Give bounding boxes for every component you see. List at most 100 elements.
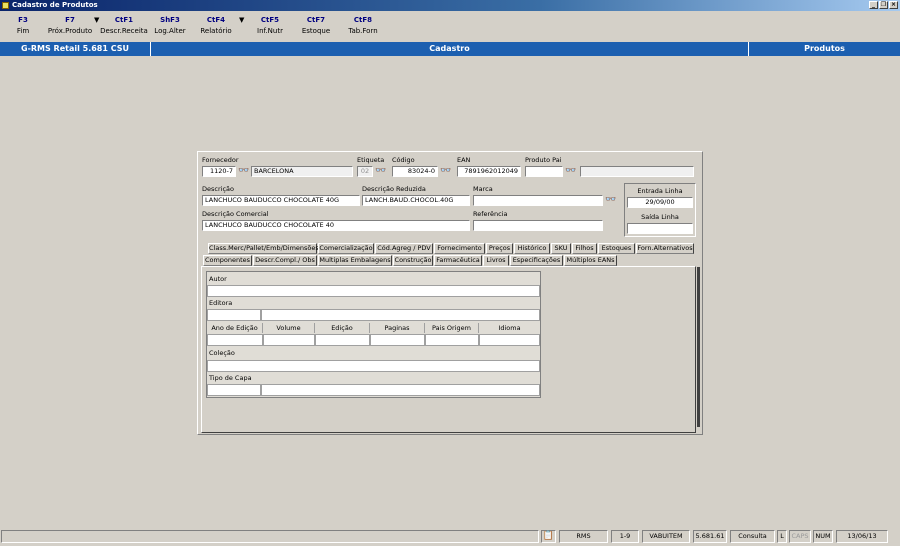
binoculars-icon[interactable]: 👓 bbox=[238, 166, 249, 177]
editora-code-field[interactable] bbox=[207, 309, 261, 321]
toolbar-key: F7 bbox=[65, 16, 75, 24]
edicao-field[interactable] bbox=[315, 334, 370, 346]
tab-componentes[interactable]: Componentes bbox=[203, 255, 252, 266]
toolbar-key: F3 bbox=[18, 16, 28, 24]
paginas-field[interactable] bbox=[370, 334, 425, 346]
binoculars-icon[interactable]: 👓 bbox=[605, 195, 616, 206]
binoculars-icon[interactable]: 👓 bbox=[565, 166, 576, 177]
etiqueta-label: Etiqueta bbox=[357, 156, 385, 164]
descricao-reduzida-field[interactable]: LANCH.BAUD.CHOCOL.40G bbox=[362, 195, 470, 206]
saida-linha-field[interactable] bbox=[627, 223, 693, 234]
chevron-down-icon[interactable]: ▼ bbox=[94, 16, 99, 24]
toolbar-key: CtF7 bbox=[306, 16, 326, 24]
tab-especificacoes[interactable]: Especificações bbox=[510, 255, 563, 266]
restore-button[interactable]: ❐ bbox=[879, 1, 888, 9]
descricao-field[interactable]: LANCHUCO BAUDUCCO CHOCOLATE 40G bbox=[202, 195, 360, 206]
codigo-label: Código bbox=[392, 156, 415, 164]
marca-field[interactable] bbox=[473, 195, 603, 206]
pais-origem-field[interactable] bbox=[425, 334, 479, 346]
binoculars-icon[interactable]: 👓 bbox=[440, 166, 451, 177]
tab-historico[interactable]: Histórico bbox=[514, 243, 550, 254]
header-bar: G-RMS Retail 5.681 CSU Cadastro Produtos bbox=[0, 42, 900, 56]
tab-estoques[interactable]: Estoques bbox=[598, 243, 635, 254]
toolbar-button-tab-forn[interactable]: CtF8 Tab.Forn bbox=[345, 16, 381, 37]
entrada-linha-label: Entrada Linha bbox=[637, 187, 683, 195]
tab-filhos[interactable]: Filhos bbox=[572, 243, 597, 254]
window-titlebar: Cadastro de Produtos _ ❐ × bbox=[0, 0, 900, 11]
chevron-down-icon[interactable]: ▼ bbox=[239, 16, 244, 24]
toolbar-key: ShF3 bbox=[160, 16, 180, 24]
produto-pai-field[interactable] bbox=[525, 166, 563, 177]
status-caps: CAPS bbox=[789, 530, 811, 543]
autor-field[interactable] bbox=[207, 285, 540, 297]
header-module: Produtos bbox=[804, 44, 845, 53]
tab-class-merc[interactable]: Class.Merc/Pallet/Emb/Dimensões bbox=[208, 243, 319, 254]
tipo-capa-label: Tipo de Capa bbox=[209, 374, 252, 382]
ano-edicao-field[interactable] bbox=[207, 334, 263, 346]
fornecedor-code-field[interactable]: 1120-7 bbox=[202, 166, 236, 177]
status-bar: 📋 RMS 1-9 VABUITEM 5.681.61 Consulta L C… bbox=[0, 529, 900, 544]
toolbar-button-log-alter[interactable]: ShF3 Log.Alter bbox=[152, 16, 188, 37]
etiqueta-field[interactable]: 02 bbox=[357, 166, 373, 177]
tab-multiplos-eans[interactable]: Múltiplos EANs bbox=[564, 255, 617, 266]
tab-forn-alternativos[interactable]: Forn.Alternativos bbox=[636, 243, 694, 254]
toolbar-label: Inf.Nutr bbox=[257, 27, 283, 35]
tipo-capa-desc-field[interactable] bbox=[261, 384, 540, 396]
marca-label: Marca bbox=[473, 185, 493, 193]
binoculars-icon[interactable]: 👓 bbox=[375, 166, 386, 177]
header-app-version: G-RMS Retail 5.681 CSU bbox=[0, 42, 151, 56]
ean-field[interactable]: 7891962012049 bbox=[457, 166, 521, 177]
status-system: RMS bbox=[559, 530, 608, 543]
toolbar: F3 Fim F7 Próx.Produto ▼ CtF1 Descr.Rece… bbox=[0, 12, 900, 42]
toolbar-button-prox-produto[interactable]: F7 Próx.Produto bbox=[46, 16, 94, 37]
tab-precos[interactable]: Preços bbox=[486, 243, 513, 254]
col-idioma: Idioma bbox=[479, 323, 540, 333]
tab-farmaceutica[interactable]: Farmacêutica bbox=[434, 255, 482, 266]
tab-multiplas-embalagens[interactable]: Multiplas Embalagens bbox=[318, 255, 392, 266]
col-volume: Volume bbox=[263, 323, 315, 333]
colecao-label: Coleção bbox=[209, 349, 235, 357]
close-button[interactable]: × bbox=[889, 1, 898, 9]
produto-pai-desc-field bbox=[580, 166, 694, 177]
toolbar-button-descr-receita[interactable]: CtF1 Descr.Receita bbox=[100, 16, 148, 37]
status-l: L bbox=[777, 530, 787, 543]
fornecedor-name-field: BARCELONA bbox=[251, 166, 353, 177]
toolbar-key: CtF8 bbox=[353, 16, 373, 24]
status-form: VABUITEM bbox=[642, 530, 690, 543]
toolbar-label: Estoque bbox=[301, 27, 331, 35]
idioma-field[interactable] bbox=[479, 334, 540, 346]
descricao-comercial-field[interactable]: LANCHUCO BAUDUCCO CHOCOLATE 40 bbox=[202, 220, 470, 231]
header-context: Cadastro bbox=[151, 42, 749, 56]
col-pais-origem: Pais Origem bbox=[425, 323, 479, 333]
status-mode: Consulta bbox=[730, 530, 775, 543]
toolbar-label: Descr.Receita bbox=[100, 27, 148, 35]
editora-name-field[interactable] bbox=[261, 309, 540, 321]
minimize-button[interactable]: _ bbox=[869, 1, 878, 9]
tab-comercializacao[interactable]: Comercialização bbox=[318, 243, 374, 254]
clipboard-icon[interactable]: 📋 bbox=[541, 530, 556, 543]
tab-sku[interactable]: SKU bbox=[551, 243, 571, 254]
toolbar-label: Tab.Forn bbox=[348, 27, 378, 35]
referencia-field[interactable] bbox=[473, 220, 603, 231]
toolbar-button-relatorio[interactable]: CtF4 Relatório bbox=[198, 16, 234, 37]
toolbar-button-fim[interactable]: F3 Fim bbox=[8, 16, 38, 37]
tab-fornecimento[interactable]: Fornecimento bbox=[434, 243, 485, 254]
codigo-field[interactable]: 83024-0 bbox=[392, 166, 438, 177]
produto-pai-label: Produto Pai bbox=[525, 156, 562, 164]
tab-livros[interactable]: Livros bbox=[483, 255, 509, 266]
livros-grid: Autor Editora Ano de Edição Volume Ediçã… bbox=[206, 271, 541, 398]
entrada-linha-field[interactable]: 29/09/00 bbox=[627, 197, 693, 208]
tab-descr-compl[interactable]: Descr.Compl./ Obs bbox=[253, 255, 317, 266]
toolbar-button-inf-nutr[interactable]: CtF5 Inf.Nutr bbox=[252, 16, 288, 37]
volume-field[interactable] bbox=[263, 334, 315, 346]
autor-label: Autor bbox=[209, 275, 227, 283]
tab-cod-agreg[interactable]: Cód.Agreg / PDV bbox=[375, 243, 433, 254]
toolbar-button-estoque[interactable]: CtF7 Estoque bbox=[298, 16, 334, 37]
colecao-field[interactable] bbox=[207, 360, 540, 372]
tab-construcao[interactable]: Construção bbox=[393, 255, 433, 266]
tipo-capa-code-field[interactable] bbox=[207, 384, 261, 396]
descricao-label: Descrição bbox=[202, 185, 234, 193]
toolbar-label: Relatório bbox=[200, 27, 232, 35]
saida-linha-label: Saída Linha bbox=[641, 213, 679, 221]
status-message bbox=[1, 530, 539, 543]
